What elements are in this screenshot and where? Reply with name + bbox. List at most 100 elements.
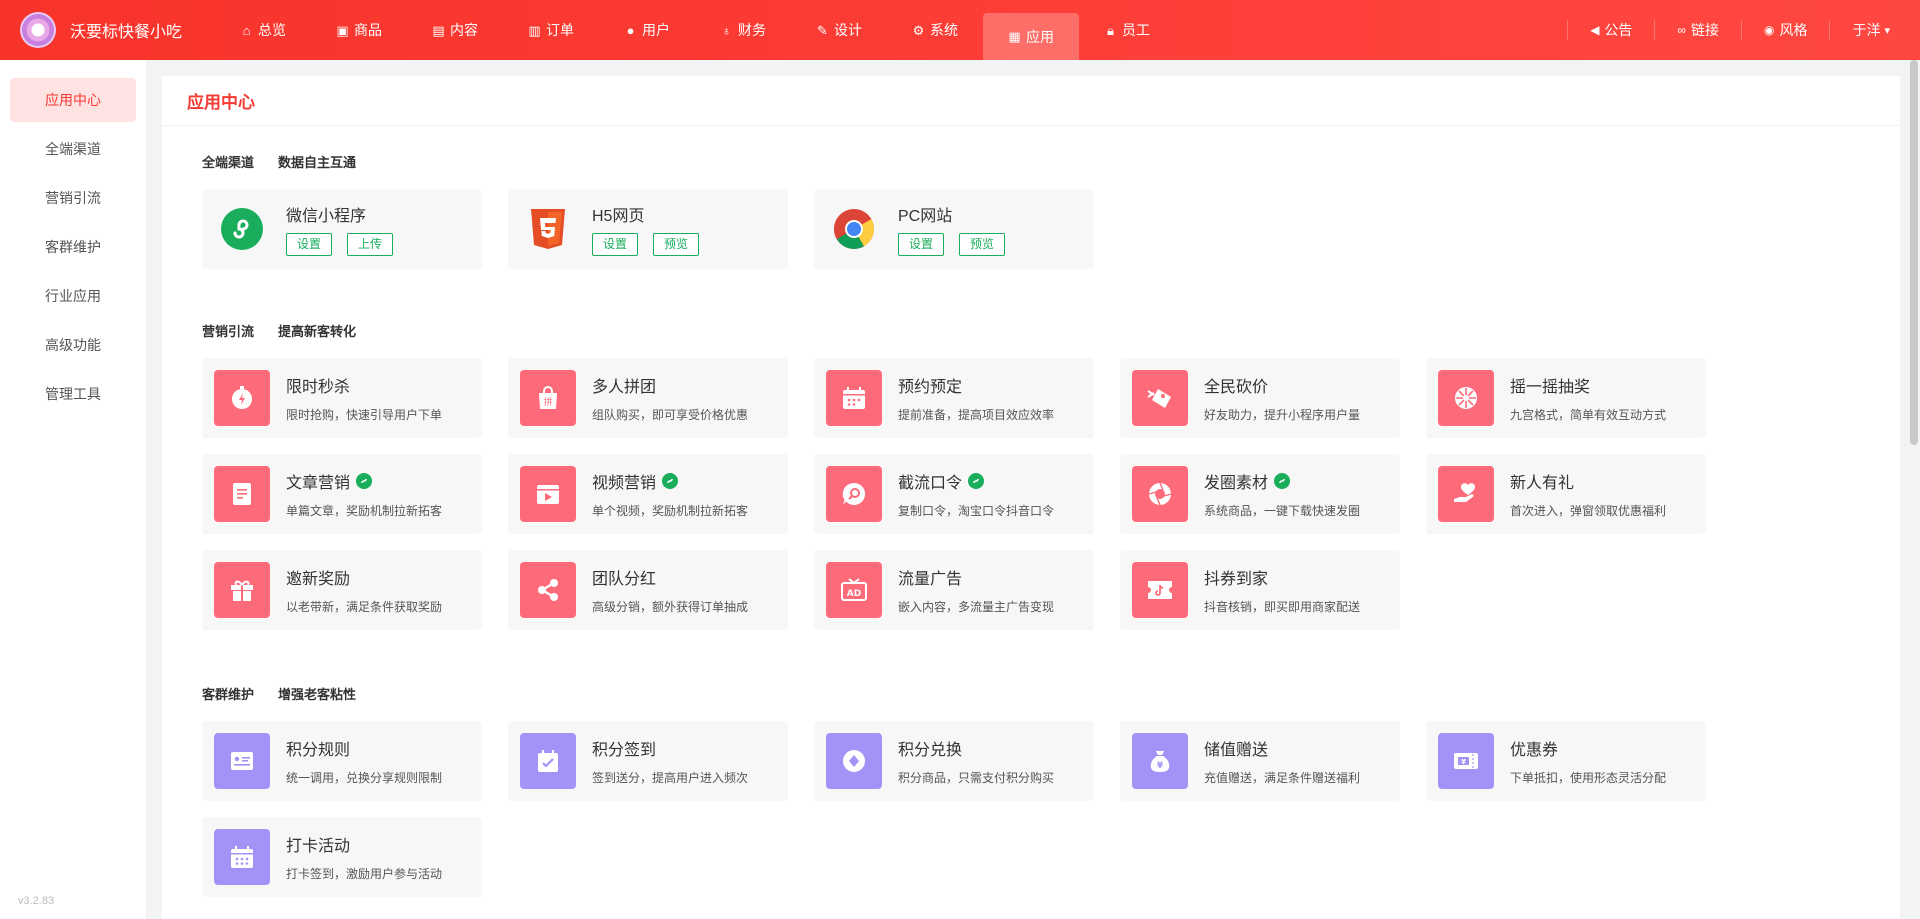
page-scrollbar[interactable] xyxy=(1910,60,1918,919)
settings-button[interactable]: 设置 xyxy=(592,233,639,256)
nav-item-overview[interactable]: ⌂ 总览 xyxy=(215,0,311,60)
app-card-newcomer[interactable]: 新人有礼 首次进入，弹窗领取优惠福利 xyxy=(1426,454,1706,534)
link-icon xyxy=(1274,473,1291,489)
settings-button[interactable]: 设置 xyxy=(898,233,945,256)
app-card-invite[interactable]: 邀新奖励 以老带新，满足条件获取奖励 xyxy=(202,550,482,630)
section-channels: 全端渠道 数据自主互通 微信小程序 设置 上传 H5网页 设置 预览 PC网站 … xyxy=(162,152,1900,285)
scrollbar-thumb[interactable] xyxy=(1910,60,1918,445)
punch-calendar-icon xyxy=(214,829,270,885)
preview-button[interactable]: 预览 xyxy=(959,233,1006,256)
settings-button[interactable]: 设置 xyxy=(286,233,333,256)
svg-text:AD: AD xyxy=(847,589,861,599)
sidebar-item-app-center[interactable]: 应用中心 xyxy=(10,78,136,122)
section-heading: 全端渠道 数据自主互通 xyxy=(202,155,357,170)
brush-icon: ✎ xyxy=(817,22,828,38)
app-card-lottery[interactable]: 摇一摇抽奖 九宫格式，简单有效互动方式 xyxy=(1426,358,1706,438)
grid-icon: ▦ xyxy=(1008,29,1021,44)
app-card-douyin[interactable]: 抖券到家 抖音核销，即买即用商家配送 xyxy=(1120,550,1400,630)
chevron-down-icon: ▾ xyxy=(1884,24,1890,37)
link-link[interactable]: ∞ 链接 xyxy=(1654,20,1741,40)
sidebar-item-advanced[interactable]: 高级功能 xyxy=(10,323,136,367)
sidebar-item-industry[interactable]: 行业应用 xyxy=(10,274,136,318)
app-card-stored-value[interactable]: ¥ 储值赠送 充值赠送，满足条件赠送福利 xyxy=(1120,721,1400,801)
main-nav: ⌂ 总览 ▣ 商品 ▤ 内容 ▥ 订单 ● 用户 ♁ 财务 ✎ 设计 ⚙ 系统 ▦ 应用 🔒︎ 员工 xyxy=(215,0,1175,60)
app-card-group-buy[interactable]: 拼多人拼团 组队购买，即可享受价格优惠 xyxy=(508,358,788,438)
link-icon: ∞ xyxy=(1677,23,1686,37)
app-card-points-checkin[interactable]: 积分签到 签到送分，提高用户进入频次 xyxy=(508,721,788,801)
nav-item-system[interactable]: ⚙ 系统 xyxy=(887,0,983,60)
main-panel: 应用中心 全端渠道 数据自主互通 微信小程序 设置 上传 H5网页 设置 预览 … xyxy=(162,76,1900,919)
app-card-booking[interactable]: 预约预定 提前准备，提高项目效应效率 xyxy=(814,358,1094,438)
app-logo xyxy=(20,12,56,48)
page-title: 应用中心 xyxy=(187,93,255,112)
app-card-pc[interactable]: PC网站 设置 预览 xyxy=(814,189,1094,269)
app-card-points-exchange[interactable]: 积分兑换 积分商品，只需支付积分购买 xyxy=(814,721,1094,801)
wechat-miniprogram-icon xyxy=(214,201,270,257)
svg-text:¥: ¥ xyxy=(1157,761,1164,771)
app-card-points-rules[interactable]: 积分规则 统一调用，兑换分享规则限制 xyxy=(202,721,482,801)
user-menu[interactable]: 于洋 ▾ xyxy=(1829,20,1920,40)
nav-item-users[interactable]: ● 用户 xyxy=(599,0,695,60)
section-customers: 客群维护 增强老客粘性 积分规则 统一调用，兑换分享规则限制 积分签到 签到送分，提… xyxy=(162,684,1900,913)
section-heading: 营销引流 提高新客转化 xyxy=(202,324,357,339)
nav-item-content[interactable]: ▤ 内容 xyxy=(407,0,503,60)
nav-item-design[interactable]: ✎ 设计 xyxy=(791,0,887,60)
sidebar-item-channels[interactable]: 全端渠道 xyxy=(10,127,136,171)
app-card-ads[interactable]: AD 流量广告 嵌入内容，多流量主广告变现 xyxy=(814,550,1094,630)
coupon-icon: ¥ xyxy=(1438,733,1494,789)
svg-text:拼: 拼 xyxy=(543,396,552,408)
sidebar-item-tools[interactable]: 管理工具 xyxy=(10,372,136,416)
article-icon xyxy=(214,466,270,522)
app-name: 沃要标快餐小吃 xyxy=(70,24,183,41)
douyin-ticket-icon xyxy=(1132,562,1188,618)
chrome-icon xyxy=(826,201,882,257)
app-card-wechat[interactable]: 微信小程序 设置 上传 xyxy=(202,189,482,269)
upload-button[interactable]: 上传 xyxy=(347,233,394,256)
app-card-video[interactable]: 视频营销 单个视频，奖励机制拉新拓客 xyxy=(508,454,788,534)
speaker-icon: ◀ xyxy=(1590,23,1600,37)
share-icon xyxy=(520,562,576,618)
app-card-flash-sale[interactable]: 限时秒杀 限时抢购，快速引导用户下单 xyxy=(202,358,482,438)
gear-icon: ⚙ xyxy=(912,22,925,38)
nav-item-products[interactable]: ▣ 商品 xyxy=(311,0,407,60)
money-bag-icon: ♁ xyxy=(721,22,732,38)
nav-item-apps[interactable]: ▦ 应用 xyxy=(983,13,1079,60)
app-card-article[interactable]: 文章营销 单篇文章，奖励机制拉新拓客 xyxy=(202,454,482,534)
nav-item-orders[interactable]: ▥ 订单 xyxy=(503,0,599,60)
svg-text:¥: ¥ xyxy=(1461,758,1466,766)
nav-item-finance[interactable]: ♁ 财务 xyxy=(695,0,791,60)
aperture-icon xyxy=(1132,466,1188,522)
app-card-punch[interactable]: 打卡活动 打卡签到，激励用户参与活动 xyxy=(202,817,482,897)
rules-card-icon xyxy=(214,733,270,789)
palette-icon: ◉ xyxy=(1763,23,1775,37)
lottery-wheel-icon xyxy=(1438,370,1494,426)
app-card-moments[interactable]: 发圈素材 系统商品，一键下载快速发圈 xyxy=(1120,454,1400,534)
version-label: v3.2.83 xyxy=(18,895,55,907)
app-card-coupon[interactable]: ¥ 优惠券 下单抵扣，使用形态灵活分配 xyxy=(1426,721,1706,801)
nav-item-staff[interactable]: 🔒︎ 员工 xyxy=(1079,0,1175,60)
sidebar-item-marketing[interactable]: 营销引流 xyxy=(10,176,136,220)
group-bag-icon: 拼 xyxy=(520,370,576,426)
calendar-icon xyxy=(826,370,882,426)
style-link[interactable]: ◉ 风格 xyxy=(1740,20,1829,40)
document-icon: ▤ xyxy=(432,22,445,38)
video-icon xyxy=(520,466,576,522)
app-card-h5[interactable]: H5网页 设置 预览 xyxy=(508,189,788,269)
app-card-command[interactable]: 截流口令 复制口令，淘宝口令抖音口令 xyxy=(814,454,1094,534)
page-header: 应用中心 xyxy=(162,76,1900,126)
link-icon xyxy=(356,473,373,489)
sidebar-item-customers[interactable]: 客群维护 xyxy=(10,225,136,269)
html5-icon xyxy=(520,201,576,257)
link-icon xyxy=(662,473,679,489)
gift-icon xyxy=(214,562,270,618)
diamond-icon xyxy=(826,733,882,789)
app-card-team-bonus[interactable]: 团队分红 高级分销，额外获得订单抽成 xyxy=(508,550,788,630)
announcement-link[interactable]: ◀ 公告 xyxy=(1567,20,1654,40)
section-marketing: 营销引流 提高新客转化 限时秒杀 限时抢购，快速引导用户下单 拼多人拼团 组队购买，… xyxy=(162,321,1900,646)
brand[interactable]: 沃要标快餐小吃 xyxy=(0,0,215,60)
preview-button[interactable]: 预览 xyxy=(653,233,700,256)
link-icon xyxy=(968,473,985,489)
checkin-calendar-icon xyxy=(520,733,576,789)
app-card-bargain[interactable]: 全民砍价 好友助力，提升小程序用户量 xyxy=(1120,358,1400,438)
card-grid: 积分规则 统一调用，兑换分享规则限制 积分签到 签到送分，提高用户进入频次 积分兑换… xyxy=(202,721,1732,913)
